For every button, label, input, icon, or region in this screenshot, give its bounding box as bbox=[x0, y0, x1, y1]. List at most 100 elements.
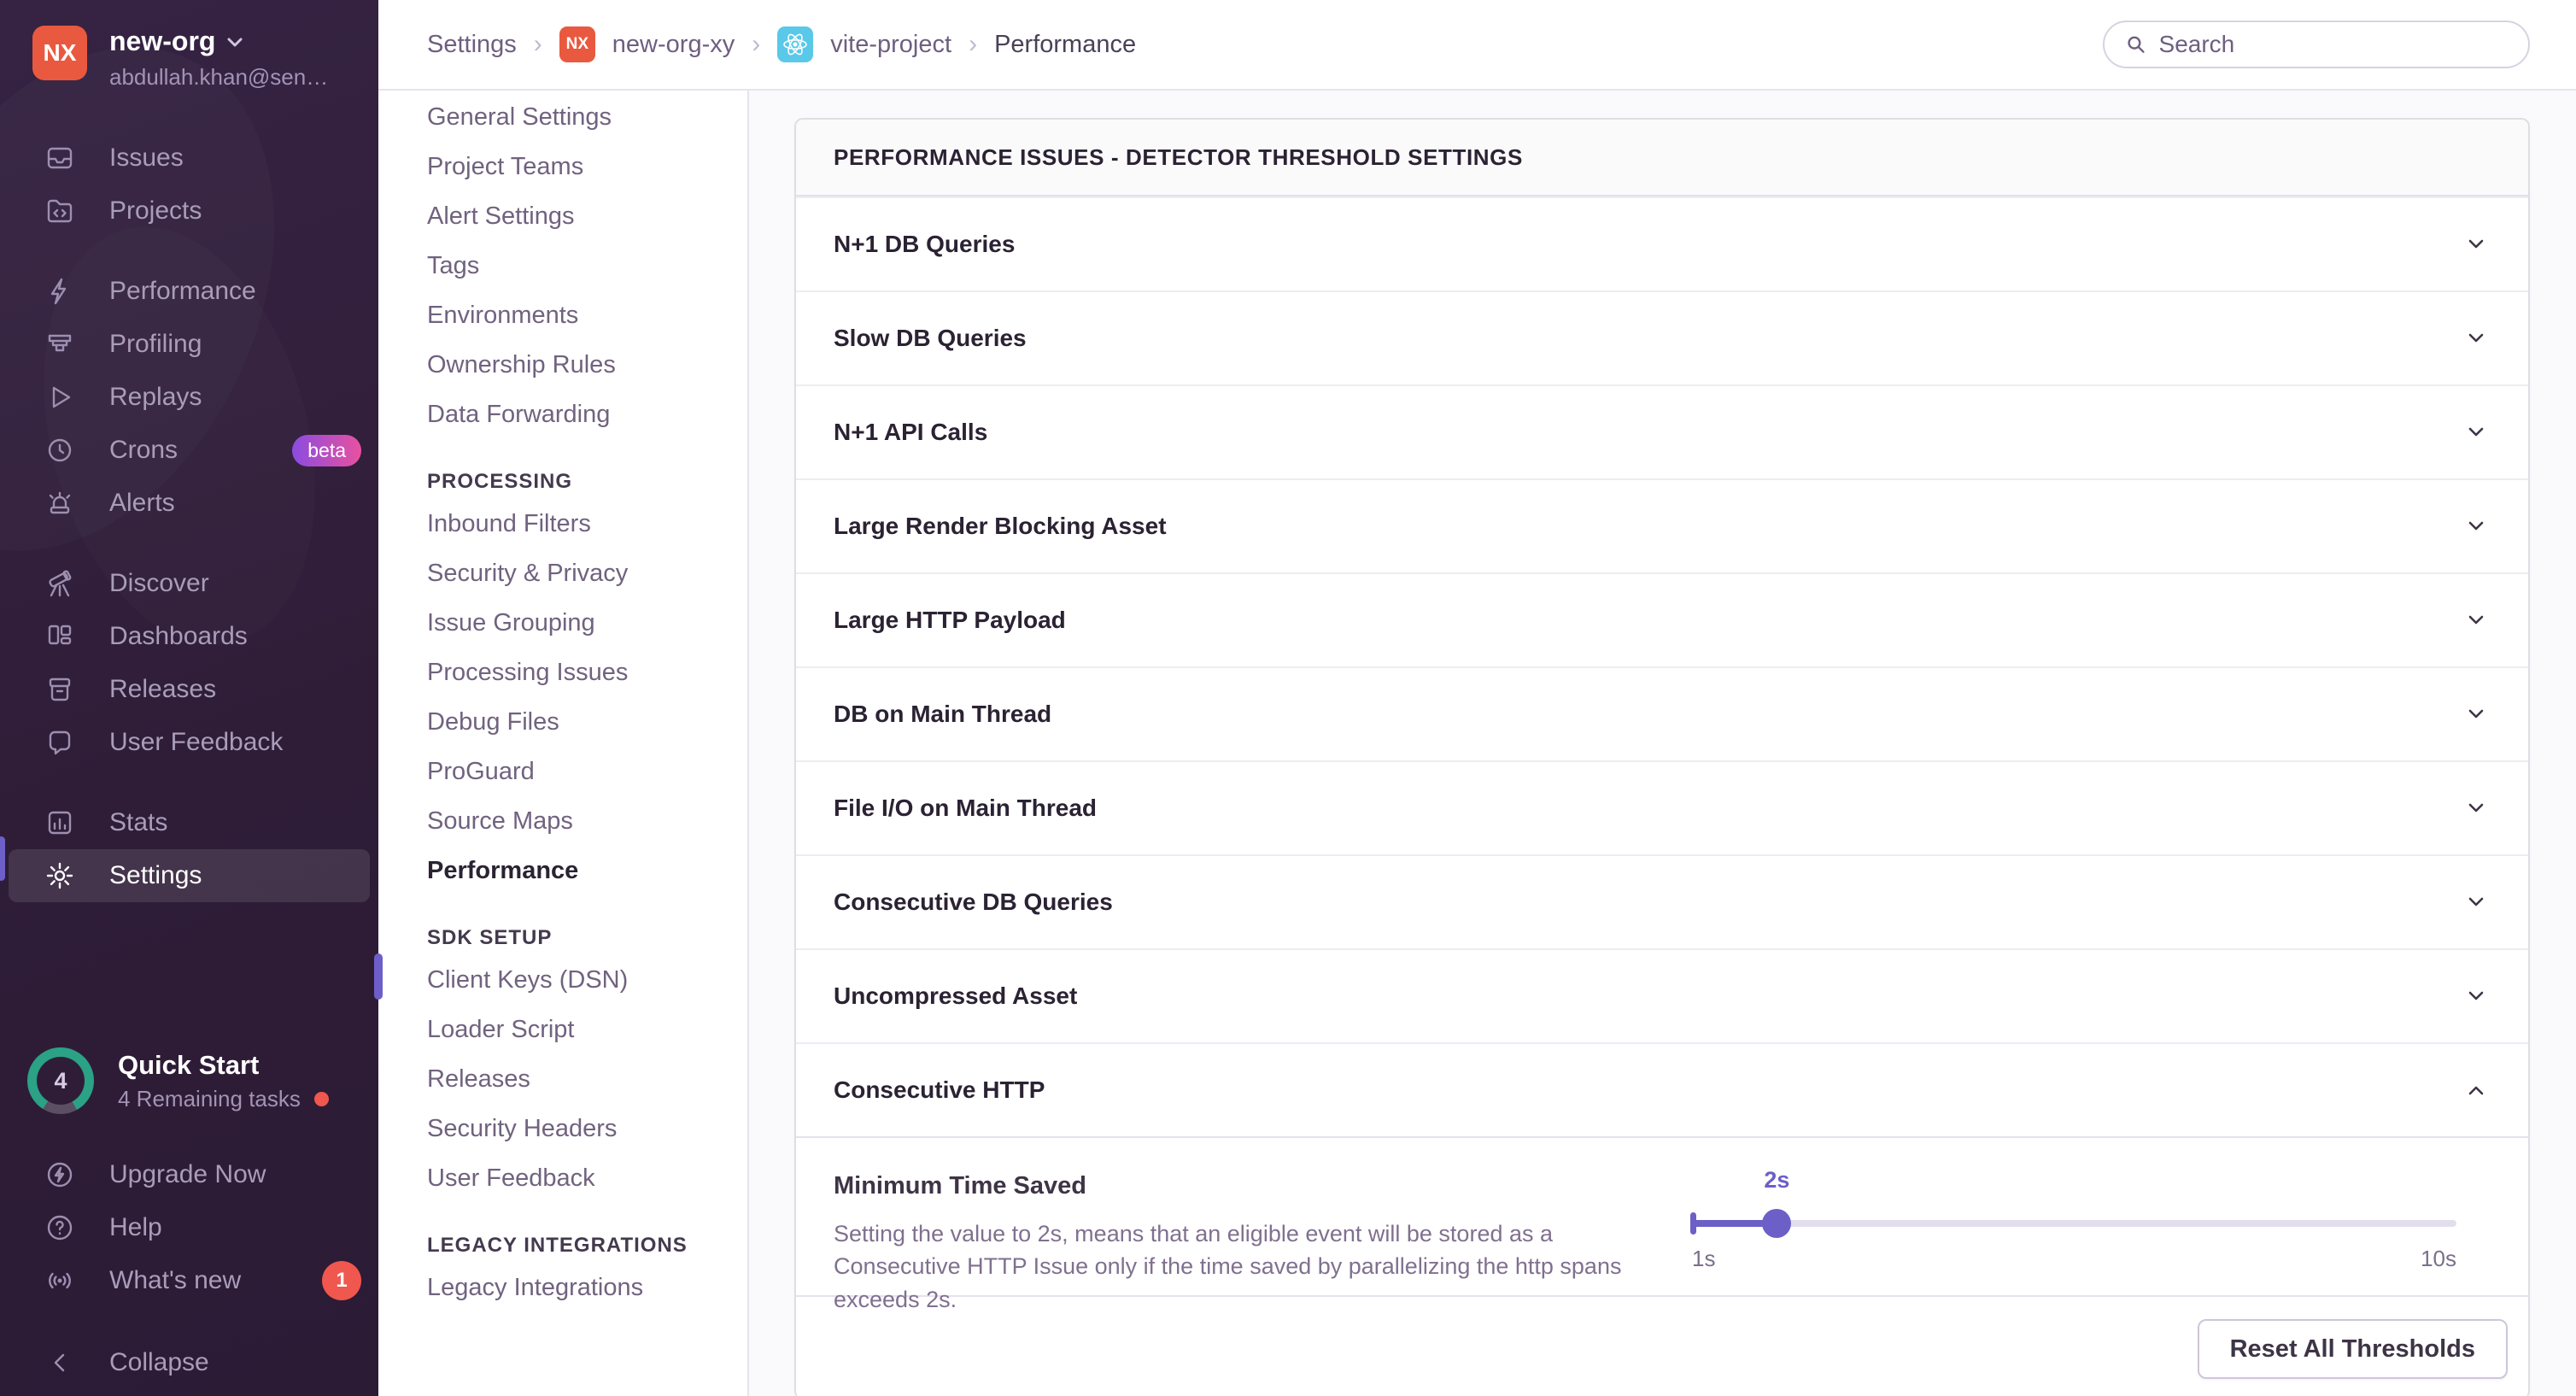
breadcrumb-page: Performance bbox=[994, 31, 1136, 59]
breadcrumb-project[interactable]: vite-project bbox=[830, 31, 951, 59]
settings-nav-header-processing: PROCESSING bbox=[427, 470, 747, 494]
threshold-row-consecutive-http[interactable]: Consecutive HTTP bbox=[796, 1042, 2528, 1136]
settings-nav-security-headers[interactable]: Security Headers bbox=[427, 1104, 747, 1153]
chevron-down-icon[interactable] bbox=[2462, 982, 2491, 1011]
sidebar-group-gap bbox=[0, 238, 378, 265]
sidebar-item-user-feedback[interactable]: User Feedback bbox=[0, 716, 378, 769]
sidebar-item-profiling[interactable]: Profiling bbox=[0, 318, 378, 371]
reset-all-thresholds-button[interactable]: Reset All Thresholds bbox=[2198, 1319, 2508, 1379]
sidebar-item-label: Stats bbox=[109, 808, 167, 837]
sidebar-group-gap bbox=[0, 530, 378, 557]
org-name-row[interactable]: new-org bbox=[109, 26, 328, 57]
settings-nav-alert-settings[interactable]: Alert Settings bbox=[427, 191, 747, 241]
threshold-row-db-on-main-thread[interactable]: DB on Main Thread bbox=[796, 666, 2528, 760]
threshold-row-consecutive-db-queries[interactable]: Consecutive DB Queries bbox=[796, 854, 2528, 948]
org-meta: new-org abdullah.khan@sen… bbox=[109, 26, 328, 91]
settings-nav-ownership-rules[interactable]: Ownership Rules bbox=[427, 340, 747, 390]
sidebar-item-label: What's new bbox=[109, 1266, 241, 1295]
chevron-down-icon[interactable] bbox=[2462, 606, 2491, 635]
sidebar-item-whats-new[interactable]: What's new 1 bbox=[0, 1254, 378, 1307]
sidebar-item-label: Replays bbox=[109, 383, 202, 412]
beta-badge: beta bbox=[292, 435, 361, 466]
minimum-time-saved-label: Minimum Time Saved bbox=[834, 1172, 1671, 1200]
settings-nav-environments[interactable]: Environments bbox=[427, 290, 747, 340]
minimum-time-saved-slider: 2s 1s 10s bbox=[1692, 1172, 2456, 1295]
threshold-row-file-io-on-main-thread[interactable]: File I/O on Main Thread bbox=[796, 760, 2528, 854]
slider-min-tick bbox=[1690, 1212, 1696, 1235]
topbar: Settings › NX new-org-xy › vite-project … bbox=[378, 0, 2576, 91]
sidebar-item-issues[interactable]: Issues bbox=[0, 132, 378, 185]
settings-nav-user-feedback[interactable]: User Feedback bbox=[427, 1153, 747, 1203]
chevron-down-icon[interactable] bbox=[2462, 512, 2491, 541]
row-label: Consecutive HTTP bbox=[834, 1076, 1045, 1104]
settings-nav-performance[interactable]: Performance bbox=[427, 846, 747, 895]
slider-track[interactable] bbox=[1692, 1220, 2456, 1227]
sidebar-item-stats[interactable]: Stats bbox=[0, 796, 378, 849]
settings-nav-debug-files[interactable]: Debug Files bbox=[427, 697, 747, 747]
detector-threshold-panel: PERFORMANCE ISSUES - DETECTOR THRESHOLD … bbox=[794, 118, 2530, 1396]
settings-nav-source-maps[interactable]: Source Maps bbox=[427, 796, 747, 846]
app-root: NX new-org abdullah.khan@sen… Issues Pro… bbox=[0, 0, 2576, 1396]
sidebar-item-help[interactable]: Help bbox=[0, 1201, 378, 1254]
settings-nav-general-settings[interactable]: General Settings bbox=[427, 92, 747, 142]
org-switcher[interactable]: NX new-org abdullah.khan@sen… bbox=[0, 0, 378, 96]
sidebar-item-settings[interactable]: Settings bbox=[9, 849, 370, 902]
threshold-row-large-render-blocking-asset[interactable]: Large Render Blocking Asset bbox=[796, 478, 2528, 572]
sidebar-item-projects[interactable]: Projects bbox=[0, 185, 378, 238]
chevron-up-icon[interactable] bbox=[2462, 1076, 2491, 1105]
settings-nav-inbound-filters[interactable]: Inbound Filters bbox=[427, 499, 747, 548]
sidebar-item-label: Releases bbox=[109, 675, 216, 704]
chevron-down-icon[interactable] bbox=[2462, 794, 2491, 823]
chevron-down-icon[interactable] bbox=[2462, 888, 2491, 917]
breadcrumb-org[interactable]: new-org-xy bbox=[612, 31, 735, 59]
chevron-down-icon[interactable] bbox=[2462, 230, 2491, 259]
threshold-row-large-http-payload[interactable]: Large HTTP Payload bbox=[796, 572, 2528, 666]
chevron-down-icon[interactable] bbox=[2462, 324, 2491, 353]
sidebar-item-upgrade-now[interactable]: Upgrade Now bbox=[0, 1148, 378, 1201]
sidebar-item-label: Issues bbox=[109, 144, 184, 173]
sidebar-item-discover[interactable]: Discover bbox=[0, 557, 378, 610]
row-label: N+1 DB Queries bbox=[834, 231, 1015, 258]
settings-nav-legacy-integrations[interactable]: Legacy Integrations bbox=[427, 1263, 747, 1312]
slider-handle[interactable] bbox=[1762, 1209, 1791, 1238]
sidebar-bottom: 4 Quick Start 4 Remaining tasks Upgrade … bbox=[0, 1047, 378, 1396]
sidebar-item-performance[interactable]: Performance bbox=[0, 265, 378, 318]
breadcrumb-settings[interactable]: Settings bbox=[427, 31, 517, 59]
threshold-row-uncompressed-asset[interactable]: Uncompressed Asset bbox=[796, 948, 2528, 1042]
collapse-wrap: Collapse bbox=[0, 1336, 378, 1389]
settings-nav-proguard[interactable]: ProGuard bbox=[427, 747, 747, 796]
settings-nav-processing-issues[interactable]: Processing Issues bbox=[427, 648, 747, 697]
settings-nav: General Settings Project Teams Alert Set… bbox=[378, 91, 749, 1396]
sidebar-item-replays[interactable]: Replays bbox=[0, 371, 378, 424]
settings-nav-project-teams[interactable]: Project Teams bbox=[427, 142, 747, 191]
chevron-down-icon[interactable] bbox=[2462, 418, 2491, 447]
search-box[interactable] bbox=[2103, 21, 2530, 68]
settings-nav-data-forwarding[interactable]: Data Forwarding bbox=[427, 390, 747, 439]
sidebar-item-label: Performance bbox=[109, 277, 256, 306]
threshold-row-n1-api-calls[interactable]: N+1 API Calls bbox=[796, 384, 2528, 478]
search-input[interactable] bbox=[2159, 31, 2508, 58]
settings-nav-issue-grouping[interactable]: Issue Grouping bbox=[427, 598, 747, 648]
minimum-time-saved-description: Setting the value to 2s, means that an e… bbox=[834, 1217, 1628, 1316]
sidebar-item-label: Settings bbox=[109, 861, 202, 890]
settings-nav-client-keys[interactable]: Client Keys (DSN) bbox=[427, 955, 747, 1005]
quick-start-panel[interactable]: 4 Quick Start 4 Remaining tasks bbox=[0, 1047, 378, 1114]
org-avatar[interactable]: NX bbox=[32, 26, 87, 80]
threshold-row-slow-db-queries[interactable]: Slow DB Queries bbox=[796, 290, 2528, 384]
sidebar-item-label: Discover bbox=[109, 569, 209, 598]
sidebar-item-crons[interactable]: Crons beta bbox=[0, 424, 378, 477]
row-label: N+1 API Calls bbox=[834, 419, 987, 446]
sidebar-collapse-button[interactable]: Collapse bbox=[0, 1336, 378, 1389]
main-content: PERFORMANCE ISSUES - DETECTOR THRESHOLD … bbox=[749, 91, 2576, 1396]
siren-icon bbox=[44, 488, 75, 519]
settings-nav-tags[interactable]: Tags bbox=[427, 241, 747, 290]
sidebar-item-dashboards[interactable]: Dashboards bbox=[0, 610, 378, 663]
threshold-row-n1-db-queries[interactable]: N+1 DB Queries bbox=[796, 196, 2528, 290]
settings-nav-loader-script[interactable]: Loader Script bbox=[427, 1005, 747, 1054]
sidebar-item-releases[interactable]: Releases bbox=[0, 663, 378, 716]
settings-nav-releases[interactable]: Releases bbox=[427, 1054, 747, 1104]
sidebar-item-alerts[interactable]: Alerts bbox=[0, 477, 378, 530]
settings-nav-security-privacy[interactable]: Security & Privacy bbox=[427, 548, 747, 598]
chevron-down-icon[interactable] bbox=[2462, 700, 2491, 729]
detail-text: Minimum Time Saved Setting the value to … bbox=[834, 1172, 1671, 1295]
